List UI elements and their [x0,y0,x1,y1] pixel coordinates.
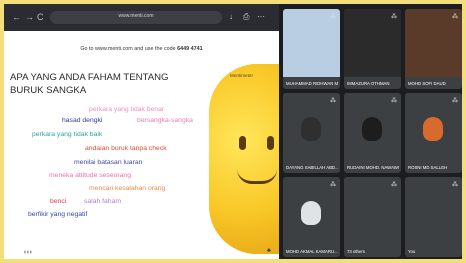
mic-muted-icon: ⁂ [330,98,336,104]
slide-footer: ▮ ▮ ▮ [24,250,32,254]
participant-name: 73 others [347,249,365,254]
mic-muted-icon: ⁂ [391,14,397,20]
mentimeter-logo: Mentimeter [230,73,253,78]
participant-name: RUDAINI MOHD. NAWAWI [347,165,399,170]
join-code: 6449 4741 [177,46,203,52]
participant-tile[interactable]: ⁂ You [405,177,462,257]
participant-avatar [301,117,321,141]
participant-avatar [301,201,321,225]
share-icon[interactable]: ⎙ [243,12,249,22]
word-cloud-item: salah faham [84,198,122,205]
thinking-emoji-image [209,64,279,254]
participant-avatar [362,117,382,141]
mic-muted-icon: ⁂ [391,182,397,188]
participant-tile[interactable]: ⁂ ROSNI MD SALLEH [405,93,462,173]
mic-muted-icon: ⁂ [452,182,458,188]
word-cloud-item: benci [50,198,67,205]
word-cloud-item: perkara yang tidak baik [32,131,103,138]
forward-icon[interactable]: → [25,12,34,22]
participant-name: MUHAMMAD RIDHWAN MHD... [286,81,338,86]
join-instructions: Go to www.menti.com and use the code 644… [4,46,279,52]
participant-tile[interactable]: ⁂ MUHAMMAD RIDHWAN MHD... [283,9,340,89]
participant-tile[interactable]: ⁂ MOHD AKMAL KAMARU... [283,177,340,257]
address-text: www.menti.com [118,13,154,19]
word-cloud-item: bersangka-sangka [137,117,193,124]
screen: ← → C www.menti.com ↓ ⎙ ⋯ Go to www.ment… [4,4,462,259]
download-icon[interactable]: ↓ [229,12,233,22]
word-cloud-item: andaian buruk tanpa check [85,145,167,152]
browser-toolbar: ← → C www.menti.com ↓ ⎙ ⋯ [4,4,279,31]
question-line-1: APA YANG ANDA FAHAM TENTANG [10,72,169,83]
mic-muted-icon: ⁂ [391,98,397,104]
participant-avatar [362,201,382,225]
presenter-icon[interactable]: ♣ [267,248,271,254]
word-cloud-item: menilai batasan luaran [74,159,143,166]
participant-tile[interactable]: ⁂ RUDAINI MOHD. NAWAWI [344,93,401,173]
participant-name: MOHD AKMAL KAMARU... [286,249,338,254]
mic-muted-icon: ⁂ [452,98,458,104]
emoji-eye [239,136,246,150]
back-icon[interactable]: ← [12,12,21,22]
emoji-eye [267,136,274,150]
reload-icon[interactable]: C [37,12,44,22]
participant-avatar [423,117,443,141]
participant-name: ROSNI MD SALLEH [408,165,448,170]
participant-name: You [408,249,416,254]
participant-avatar [423,201,443,225]
presentation-slide: Go to www.menti.com and use the code 644… [4,31,279,259]
mic-muted-icon: ⁂ [330,182,336,188]
participant-tile[interactable]: ⁂ IMMAZURA OTHMAN [344,9,401,89]
participant-name: IMMAZURA OTHMAN [347,81,390,86]
browser-menu-icon[interactable]: ⋯ [257,12,265,22]
word-cloud-item: hasad dengki [62,117,103,124]
emoji-mouth [237,169,277,184]
word-cloud-item: berfikir yang negatif [28,211,88,218]
word-cloud-item: mencari kesalahan orang [89,185,166,192]
word-cloud-item: meneka attitude seseorang [49,172,131,179]
mic-muted-icon: ⁂ [452,14,458,20]
browser-window: ← → C www.menti.com ↓ ⎙ ⋯ Go to www.ment… [4,4,279,259]
question-line-2: BURUK SANGKA [10,85,87,96]
instruction-text: Go to www.menti.com and use the code [80,46,176,52]
participant-name: DAYANG SABILLAH ABD... [286,165,338,170]
participant-tile[interactable]: ⁂ MOHD SOFI DAUD [405,9,462,89]
participant-tile[interactable]: ⁂ 73 others [344,177,401,257]
mic-muted-icon: ⁂ [330,14,336,20]
address-bar[interactable]: www.menti.com [50,11,222,24]
slide-question: APA YANG ANDA FAHAM TENTANG BURUK SANGKA [10,71,210,97]
participant-name: MOHD SOFI DAUD [408,81,446,86]
word-cloud-item: perkara yang tidak benar [89,106,165,113]
participant-tile[interactable]: ⁂ DAYANG SABILLAH ABD... [283,93,340,173]
participant-grid: ⁂ MUHAMMAD RIDHWAN MHD... ⁂ IMMAZURA OTHMAN… [281,7,462,259]
